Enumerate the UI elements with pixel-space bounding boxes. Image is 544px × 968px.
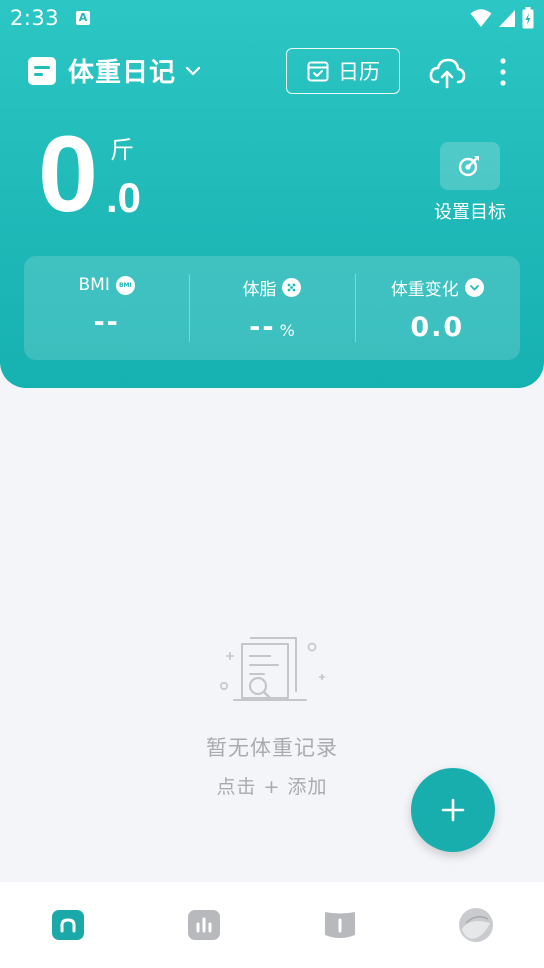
stat-value-text: 0.0 xyxy=(410,312,465,343)
nav-profile[interactable] xyxy=(436,895,516,955)
nav-home[interactable] xyxy=(28,895,108,955)
battery-icon xyxy=(522,7,534,29)
signal-icon xyxy=(499,10,515,27)
calendar-button[interactable]: 日历 xyxy=(286,48,400,94)
stat-value: --% xyxy=(249,312,295,343)
nav-stats[interactable] xyxy=(164,895,244,955)
body-fat-icon xyxy=(282,278,302,297)
stat-bmi[interactable]: BMI BMI -- xyxy=(24,256,189,360)
stat-label: 体脂 xyxy=(242,280,277,300)
diary-icon xyxy=(28,56,56,85)
set-goal-label[interactable]: 设置目标 xyxy=(420,198,520,224)
add-record-button[interactable] xyxy=(411,768,495,852)
nav-diary[interactable] xyxy=(300,895,380,955)
plus-icon xyxy=(441,798,465,822)
header-card: 2:33 A 体重日记 日历 0 斤 .0 设置目标 BMI BMI -- 体脂… xyxy=(0,0,544,388)
stat-value: -- xyxy=(93,307,119,338)
empty-state-title: 暂无体重记录 xyxy=(206,736,338,760)
empty-records-icon xyxy=(220,637,325,701)
stat-value: 0.0 xyxy=(410,312,464,343)
app-screen: 2:33 A 体重日记 日历 0 斤 .0 设置目标 BMI BMI -- 体脂… xyxy=(0,0,544,968)
stat-weight-change[interactable]: 体重变化 0.0 xyxy=(354,256,520,360)
chevron-down-icon xyxy=(185,66,201,75)
avatar-icon xyxy=(459,908,493,942)
stat-value-text: -- xyxy=(93,307,120,338)
home-icon xyxy=(52,910,84,940)
weight-unit: 斤 xyxy=(110,136,134,164)
stat-body-fat[interactable]: 体脂 --% xyxy=(189,256,354,360)
stat-value-text: -- xyxy=(249,312,276,343)
book-icon xyxy=(325,912,355,938)
bottom-nav xyxy=(0,882,544,968)
wifi-icon xyxy=(470,9,492,27)
set-goal-button[interactable] xyxy=(440,142,500,190)
notification-icon: A xyxy=(76,11,90,25)
stats-icon xyxy=(188,910,220,940)
stat-unit: % xyxy=(279,321,295,340)
status-icons xyxy=(470,7,534,29)
cloud-upload-icon[interactable] xyxy=(428,56,466,90)
stat-label: 体重变化 xyxy=(390,280,459,300)
status-bar: 2:33 A xyxy=(0,0,544,38)
calendar-label: 日历 xyxy=(338,60,380,84)
app-title: 体重日记 xyxy=(68,58,177,88)
stat-label: BMI xyxy=(78,275,110,295)
stats-card: BMI BMI -- 体脂 -- % 体重变化 0.0 xyxy=(24,256,520,360)
app-title-dropdown[interactable]: 体重日记 xyxy=(28,52,202,89)
bmi-info-icon: BMI xyxy=(115,275,135,295)
more-vertical-icon[interactable] xyxy=(494,56,512,88)
weight-integer: 0 xyxy=(38,113,99,234)
weight-decimal: .0 xyxy=(106,174,142,221)
status-time: 2:33 xyxy=(10,6,60,30)
calendar-check-icon xyxy=(307,61,329,82)
goal-flag-icon xyxy=(458,156,479,177)
chevron-down-icon[interactable] xyxy=(464,278,484,297)
